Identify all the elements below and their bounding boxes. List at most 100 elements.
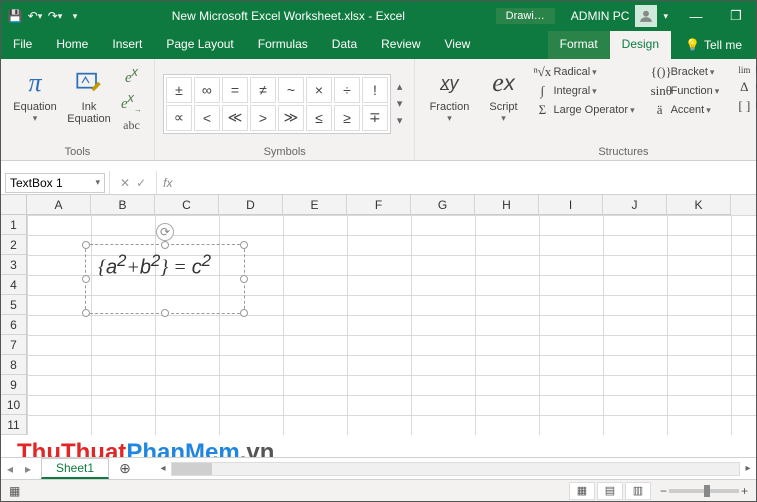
resize-handle[interactable]: [82, 309, 90, 317]
symbol-cell[interactable]: ∞: [194, 77, 220, 103]
normal-view-button[interactable]: ▦: [569, 482, 595, 500]
formula-input[interactable]: [178, 171, 756, 194]
minimize-button[interactable]: —: [676, 9, 716, 24]
column-header[interactable]: C: [155, 195, 219, 215]
tab-data[interactable]: Data: [320, 31, 369, 59]
resize-handle[interactable]: [161, 309, 169, 317]
symbol-cell[interactable]: !: [362, 77, 388, 103]
redo-icon[interactable]: ↷▾: [47, 8, 63, 24]
row-header[interactable]: 2: [1, 235, 27, 255]
restore-button[interactable]: ❐: [716, 8, 756, 24]
symbol-cell[interactable]: >: [250, 105, 276, 131]
select-all-corner[interactable]: [1, 195, 27, 215]
resize-handle[interactable]: [82, 241, 90, 249]
symbol-cell[interactable]: ≤: [306, 105, 332, 131]
operator-button[interactable]: ΔOperator ▾: [733, 78, 757, 96]
save-icon[interactable]: 💾: [7, 8, 23, 24]
column-header[interactable]: F: [347, 195, 411, 215]
column-header[interactable]: A: [27, 195, 91, 215]
tab-insert[interactable]: Insert: [100, 31, 154, 59]
row-header[interactable]: 10: [1, 395, 27, 415]
tab-format[interactable]: Format: [548, 31, 610, 59]
row-header[interactable]: 9: [1, 375, 27, 395]
zoom-out-button[interactable]: −: [660, 484, 667, 498]
zoom-in-button[interactable]: +: [741, 484, 748, 498]
row-header[interactable]: 6: [1, 315, 27, 335]
accent-button[interactable]: äAccent ▾: [649, 101, 722, 119]
tab-design[interactable]: Design: [610, 31, 671, 59]
symbol-cell[interactable]: ÷: [334, 77, 360, 103]
row-header[interactable]: 4: [1, 275, 27, 295]
column-header[interactable]: I: [539, 195, 603, 215]
user-account[interactable]: ADMIN PC ▾: [563, 5, 676, 27]
sheet-nav-prev[interactable]: ◂: [1, 462, 19, 476]
row-header[interactable]: 1: [1, 215, 27, 235]
symbol-cell[interactable]: ~: [278, 77, 304, 103]
resize-handle[interactable]: [82, 275, 90, 283]
sheet-tab[interactable]: Sheet1: [41, 458, 109, 479]
symbol-gallery[interactable]: ±∞=≠~×÷!∝<≪>≫≤≥∓: [163, 74, 391, 134]
enter-icon[interactable]: ✓: [136, 176, 146, 190]
page-layout-view-button[interactable]: ▤: [597, 482, 623, 500]
column-header[interactable]: J: [603, 195, 667, 215]
tab-review[interactable]: Review: [369, 31, 432, 59]
script-button[interactable]: ex Script▾: [477, 63, 529, 124]
symbol-cell[interactable]: ∝: [166, 105, 192, 131]
large-operator-button[interactable]: ΣLarge Operator ▾: [531, 101, 636, 119]
linear-button[interactable]: ex→: [121, 91, 142, 114]
column-header[interactable]: K: [667, 195, 731, 215]
column-header[interactable]: G: [411, 195, 475, 215]
tab-file[interactable]: File: [1, 31, 44, 59]
gallery-more-icon[interactable]: ▾: [397, 114, 403, 127]
rotate-handle[interactable]: ⟳: [156, 223, 174, 241]
symbol-cell[interactable]: ≫: [278, 105, 304, 131]
tab-page-layout[interactable]: Page Layout: [154, 31, 245, 59]
horizontal-scrollbar[interactable]: ◂ ▸: [155, 462, 756, 476]
resize-handle[interactable]: [240, 309, 248, 317]
tab-home[interactable]: Home: [44, 31, 100, 59]
professional-button[interactable]: ex: [125, 65, 138, 87]
page-break-view-button[interactable]: ▥: [625, 482, 651, 500]
scroll-left-icon[interactable]: ◂: [155, 463, 171, 474]
symbol-cell[interactable]: =: [222, 77, 248, 103]
gallery-up-icon[interactable]: ▴: [397, 80, 403, 93]
radical-button[interactable]: ⁿ√xRadical ▾: [531, 63, 636, 81]
matrix-button[interactable]: [ ]Matrix ▾: [733, 97, 757, 115]
ink-equation-button[interactable]: Ink Equation: [63, 63, 115, 125]
cancel-icon[interactable]: ✕: [120, 176, 130, 190]
tab-view[interactable]: View: [433, 31, 483, 59]
equation-button[interactable]: π Equation ▾: [9, 63, 61, 124]
gallery-down-icon[interactable]: ▾: [397, 97, 403, 110]
resize-handle[interactable]: [240, 275, 248, 283]
undo-icon[interactable]: ↶▾: [27, 8, 43, 24]
bracket-button[interactable]: {()}Bracket ▾: [649, 63, 722, 81]
symbol-cell[interactable]: ≠: [250, 77, 276, 103]
name-box[interactable]: TextBox 1 ▾: [5, 173, 105, 193]
row-header[interactable]: 11: [1, 415, 27, 435]
function-button[interactable]: sinθFunction ▾: [649, 82, 722, 100]
column-header[interactable]: H: [475, 195, 539, 215]
limit-button[interactable]: limLimit and Log: [733, 63, 757, 77]
symbol-cell[interactable]: ×: [306, 77, 332, 103]
zoom-slider[interactable]: [669, 489, 739, 493]
row-header[interactable]: 8: [1, 355, 27, 375]
new-sheet-button[interactable]: ⊕: [115, 460, 135, 477]
scroll-right-icon[interactable]: ▸: [740, 463, 756, 474]
column-header[interactable]: B: [91, 195, 155, 215]
scroll-thumb[interactable]: [172, 463, 212, 475]
row-header[interactable]: 3: [1, 255, 27, 275]
fraction-button[interactable]: xy Fraction▾: [423, 63, 475, 124]
qat-customize-icon[interactable]: ▾: [67, 8, 83, 24]
symbol-cell[interactable]: ≥: [334, 105, 360, 131]
fx-icon[interactable]: fx: [157, 176, 178, 190]
tab-formulas[interactable]: Formulas: [246, 31, 320, 59]
sheet-nav-next[interactable]: ▸: [19, 462, 37, 476]
symbol-cell[interactable]: <: [194, 105, 220, 131]
column-header[interactable]: D: [219, 195, 283, 215]
macro-record-icon[interactable]: ▦: [1, 484, 28, 498]
row-header[interactable]: 7: [1, 335, 27, 355]
normal-text-button[interactable]: abc: [123, 118, 140, 133]
resize-handle[interactable]: [240, 241, 248, 249]
equation-textbox[interactable]: ⟳ {a2+b2} = c2: [85, 244, 245, 314]
row-header[interactable]: 5: [1, 295, 27, 315]
